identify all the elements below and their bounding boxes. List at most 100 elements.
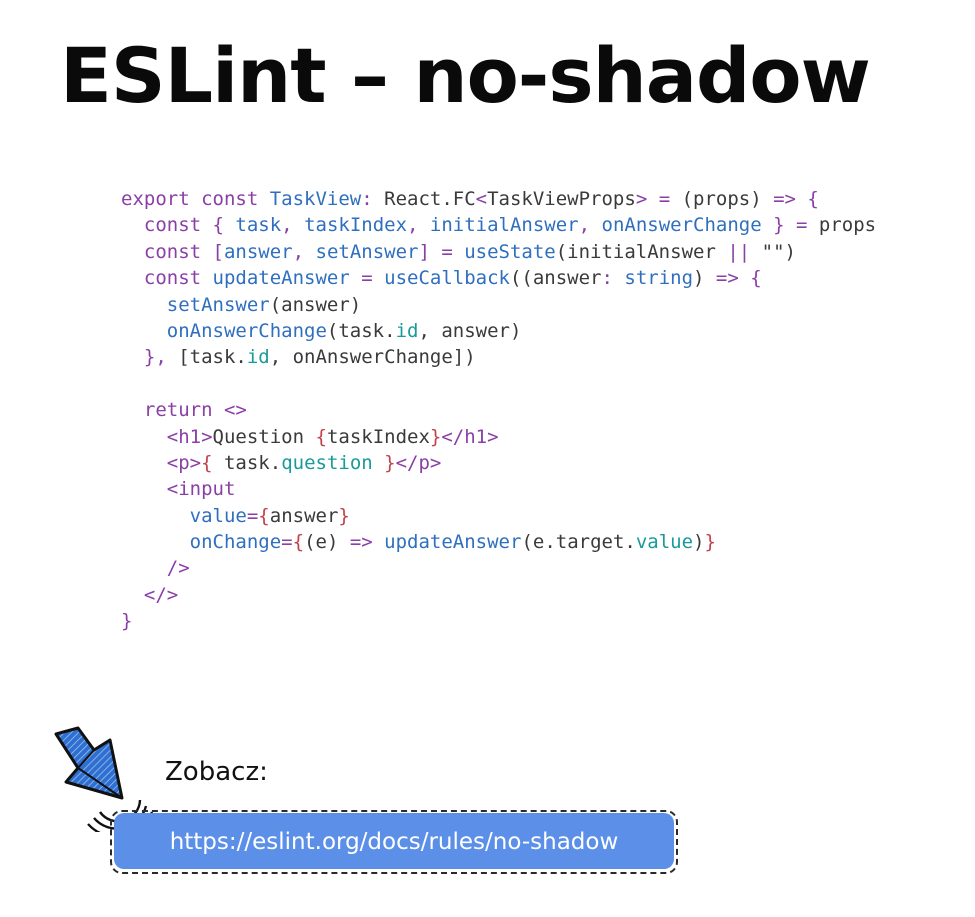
code-token: </p> xyxy=(395,451,442,474)
code-token: TaskViewProps xyxy=(487,188,636,210)
code-token: , xyxy=(578,214,602,237)
code-token: => { xyxy=(773,188,819,210)
code-line: <input xyxy=(121,476,876,502)
code-token: taskIndex xyxy=(326,425,430,448)
code-line: <p>{ task.question }</p> xyxy=(121,450,876,476)
code-token: : xyxy=(601,267,625,290)
code-token: => { xyxy=(715,267,762,290)
code-token: "") xyxy=(750,240,796,263)
code-line: }, [task.id, onAnswerChange]) xyxy=(121,344,876,370)
code-token: , xyxy=(292,240,316,263)
code-token: taskIndex xyxy=(304,214,408,237)
code-token: React.FC xyxy=(384,188,476,210)
code-token: onChange xyxy=(189,531,282,554)
code-line: onAnswerChange(task.id, answer) xyxy=(121,318,876,344)
code-token: , xyxy=(407,214,430,237)
code-token: </> xyxy=(143,583,179,606)
code-token: }, xyxy=(121,346,179,369)
code-token: task xyxy=(235,214,282,237)
code-token: answer xyxy=(269,504,339,527)
code-token: answer xyxy=(223,240,293,263)
code-token: } xyxy=(384,451,396,474)
code-token: TaskView xyxy=(269,188,362,210)
code-token: { xyxy=(212,214,236,237)
code-token: const xyxy=(121,214,213,237)
code-line: export const TaskView: React.FC<TaskView… xyxy=(121,186,876,212)
code-token: <> xyxy=(223,399,247,422)
code-token: <h1> xyxy=(166,425,213,448)
code-token: const xyxy=(121,267,213,290)
code-token: Question xyxy=(212,425,316,448)
code-token: < xyxy=(475,188,488,210)
eslint-docs-link[interactable]: https://eslint.org/docs/rules/no-shadow xyxy=(110,810,678,874)
code-line: return <> xyxy=(121,397,876,423)
code-token: } xyxy=(338,504,350,527)
code-token: (e.target. xyxy=(521,531,636,554)
code-token: = xyxy=(349,267,385,290)
code-token: || xyxy=(727,240,751,263)
code-line: setAnswer(answer) xyxy=(121,292,876,318)
code-token: string xyxy=(624,267,694,290)
code-line: onChange={(e) => updateAnswer(e.target.v… xyxy=(121,529,876,555)
code-token: { xyxy=(258,504,270,527)
code-token: ) xyxy=(693,267,716,290)
code-token: id xyxy=(246,346,270,369)
code-token: value xyxy=(189,504,247,527)
code-token: useState xyxy=(464,240,556,263)
code-token: [ xyxy=(212,240,224,263)
code-token: <input xyxy=(166,478,236,501)
code-line: <h1>Question {taskIndex}</h1> xyxy=(121,424,876,450)
code-token: [task. xyxy=(178,346,247,369)
code-token: } xyxy=(121,610,133,633)
code-block: export const TaskView: React.FC<TaskView… xyxy=(121,186,876,635)
code-token: task. xyxy=(212,451,282,474)
code-line: const { task, taskIndex, initialAnswer, … xyxy=(121,212,876,238)
code-token: updateAnswer xyxy=(212,267,350,290)
code-line: /> xyxy=(121,555,876,581)
code-token: = xyxy=(246,504,259,527)
code-token: setAnswer xyxy=(315,240,419,263)
code-token: updateAnswer xyxy=(384,531,522,554)
code-token: useCallback xyxy=(384,267,510,290)
slide-title: ESLint – no-shadow xyxy=(60,31,871,120)
code-token: = xyxy=(281,531,293,554)
link-box[interactable]: https://eslint.org/docs/rules/no-shadow xyxy=(110,810,678,874)
code-token: { xyxy=(292,531,305,554)
code-token: ((answer xyxy=(509,267,602,290)
code-token: , answer) xyxy=(418,319,522,342)
code-line: const updateAnswer = useCallback((answer… xyxy=(121,265,876,291)
code-token: , xyxy=(281,214,305,237)
code-token: , onAnswerChange]) xyxy=(269,346,476,369)
code-token: value xyxy=(635,531,694,554)
code-token: props xyxy=(818,214,877,237)
code-token: > = xyxy=(635,188,682,210)
code-token: { xyxy=(315,425,327,448)
code-token: (initialAnswer xyxy=(555,240,728,263)
code-line: </> xyxy=(121,582,876,608)
code-token: id xyxy=(395,319,419,342)
code-token: export const xyxy=(121,188,270,210)
code-token: ) xyxy=(693,531,705,554)
code-token: initialAnswer xyxy=(429,214,579,237)
code-token: } xyxy=(429,425,442,448)
code-token: </h1> xyxy=(441,425,499,448)
code-token: : xyxy=(361,188,385,210)
code-line: } xyxy=(121,608,876,634)
code-token: } xyxy=(704,531,716,554)
code-token: } = xyxy=(761,214,819,237)
see-also-label: Zobacz: xyxy=(165,757,268,787)
code-token: const xyxy=(121,240,213,263)
code-token: onAnswerChange xyxy=(166,319,327,342)
